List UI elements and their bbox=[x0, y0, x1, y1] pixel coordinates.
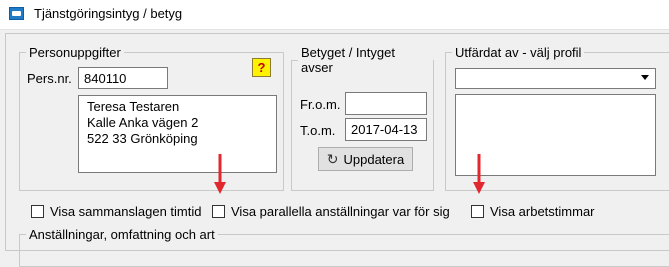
profile-dropdown[interactable] bbox=[455, 68, 656, 89]
checkbox-sammanslagen-timtid[interactable]: Visa sammanslagen timtid bbox=[31, 204, 202, 219]
checkbox-parallella-anstallningar[interactable]: Visa parallella anställningar var för si… bbox=[212, 204, 450, 219]
to-date-input[interactable] bbox=[345, 118, 427, 141]
checkbox-box[interactable] bbox=[212, 205, 225, 218]
persnr-input[interactable] bbox=[78, 67, 168, 89]
refresh-icon: ↻ bbox=[326, 151, 339, 167]
anstallningar-group: Anställningar, omfattning och art bbox=[19, 227, 669, 267]
checkbox-arbetstimmar-label: Visa arbetstimmar bbox=[490, 204, 595, 219]
window-title: Tjänstgöringsintyg / betyg bbox=[34, 6, 183, 21]
checkbox-sammanslagen-label: Visa sammanslagen timtid bbox=[50, 204, 202, 219]
from-date-label: Fr.o.m. bbox=[300, 97, 341, 112]
utfardat-legend: Utfärdat av - välj profil bbox=[455, 45, 582, 60]
chevron-down-icon bbox=[641, 75, 649, 80]
address-textarea[interactable]: Teresa Testaren Kalle Anka vägen 2 522 3… bbox=[78, 95, 277, 173]
update-button-label: Uppdatera bbox=[343, 151, 405, 167]
from-date-input[interactable] bbox=[345, 92, 427, 115]
checkbox-box[interactable] bbox=[31, 205, 44, 218]
personuppgifter-legend: Personuppgifter bbox=[29, 45, 121, 60]
checkbox-box[interactable] bbox=[471, 205, 484, 218]
update-button[interactable]: ↻ Uppdatera bbox=[318, 147, 413, 171]
annotation-arrow-icon bbox=[473, 154, 485, 194]
anstallningar-legend: Anställningar, omfattning och art bbox=[29, 227, 215, 242]
to-date-label: T.o.m. bbox=[300, 123, 336, 138]
annotation-arrow-icon bbox=[214, 154, 226, 194]
help-button[interactable]: ? bbox=[252, 58, 271, 77]
persnr-label: Pers.nr. bbox=[27, 71, 72, 86]
checkbox-arbetstimmar[interactable]: Visa arbetstimmar bbox=[471, 204, 595, 219]
betyget-legend: Betyget / Intyget avser bbox=[301, 45, 395, 75]
title-bar: Tjänstgöringsintyg / betyg bbox=[0, 0, 669, 30]
checkbox-parallella-label: Visa parallella anställningar var för si… bbox=[231, 204, 450, 219]
app-window-icon bbox=[9, 7, 24, 20]
